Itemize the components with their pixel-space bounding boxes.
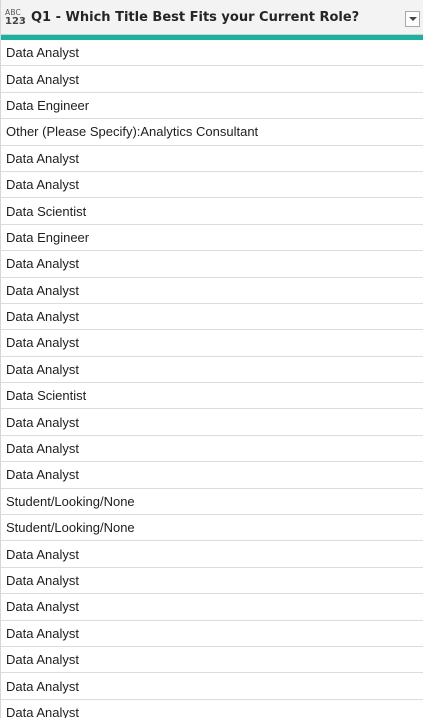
table-row[interactable]: Data Analyst: [1, 278, 423, 304]
column-filter-dropdown-button[interactable]: [405, 11, 420, 27]
table-row[interactable]: Data Analyst: [1, 304, 423, 331]
table-row[interactable]: Data Analyst: [1, 357, 423, 384]
row-list: Data Analyst Data Analyst Data Engineer Oth…: [1, 40, 423, 718]
table-row[interactable]: Data Analyst: [1, 66, 423, 93]
type-icon-number-label: 123: [5, 16, 26, 27]
table-row[interactable]: Data Analyst: [1, 330, 423, 357]
table-row[interactable]: Data Analyst: [1, 647, 423, 674]
table-row[interactable]: Data Analyst: [1, 568, 423, 595]
table-row[interactable]: Data Analyst: [1, 462, 423, 489]
table-row[interactable]: Data Analyst: [1, 172, 423, 199]
table-row[interactable]: Data Analyst: [1, 541, 423, 568]
column-title: Q1 - Which Title Best Fits your Current …: [31, 9, 360, 25]
table-row[interactable]: Data Engineer: [1, 225, 423, 252]
table-row[interactable]: Data Analyst: [1, 146, 423, 172]
table-row[interactable]: Student/Looking/None: [1, 489, 423, 516]
table-row[interactable]: Data Analyst: [1, 621, 423, 647]
table-row[interactable]: Data Engineer: [1, 93, 423, 120]
data-grid: ABC 123 Q1 - Which Title Best Fits your …: [0, 0, 423, 718]
table-row[interactable]: Data Analyst: [1, 251, 423, 278]
table-row[interactable]: Student/Looking/None: [1, 515, 423, 542]
table-row[interactable]: Data Analyst: [1, 436, 423, 463]
table-row[interactable]: Data Analyst: [1, 700, 423, 718]
table-row[interactable]: Data Scientist: [1, 383, 423, 410]
table-row[interactable]: Data Analyst: [1, 40, 423, 67]
table-row[interactable]: Data Scientist: [1, 198, 423, 225]
table-row[interactable]: Other (Please Specify):Analytics Consult…: [1, 119, 423, 146]
chevron-down-icon: [408, 17, 417, 21]
table-row[interactable]: Data Analyst: [1, 673, 423, 700]
table-row[interactable]: Data Analyst: [1, 594, 423, 621]
column-header[interactable]: ABC 123 Q1 - Which Title Best Fits your …: [1, 0, 423, 35]
table-row[interactable]: Data Analyst: [1, 409, 423, 436]
any-type-icon[interactable]: ABC 123: [5, 8, 27, 27]
